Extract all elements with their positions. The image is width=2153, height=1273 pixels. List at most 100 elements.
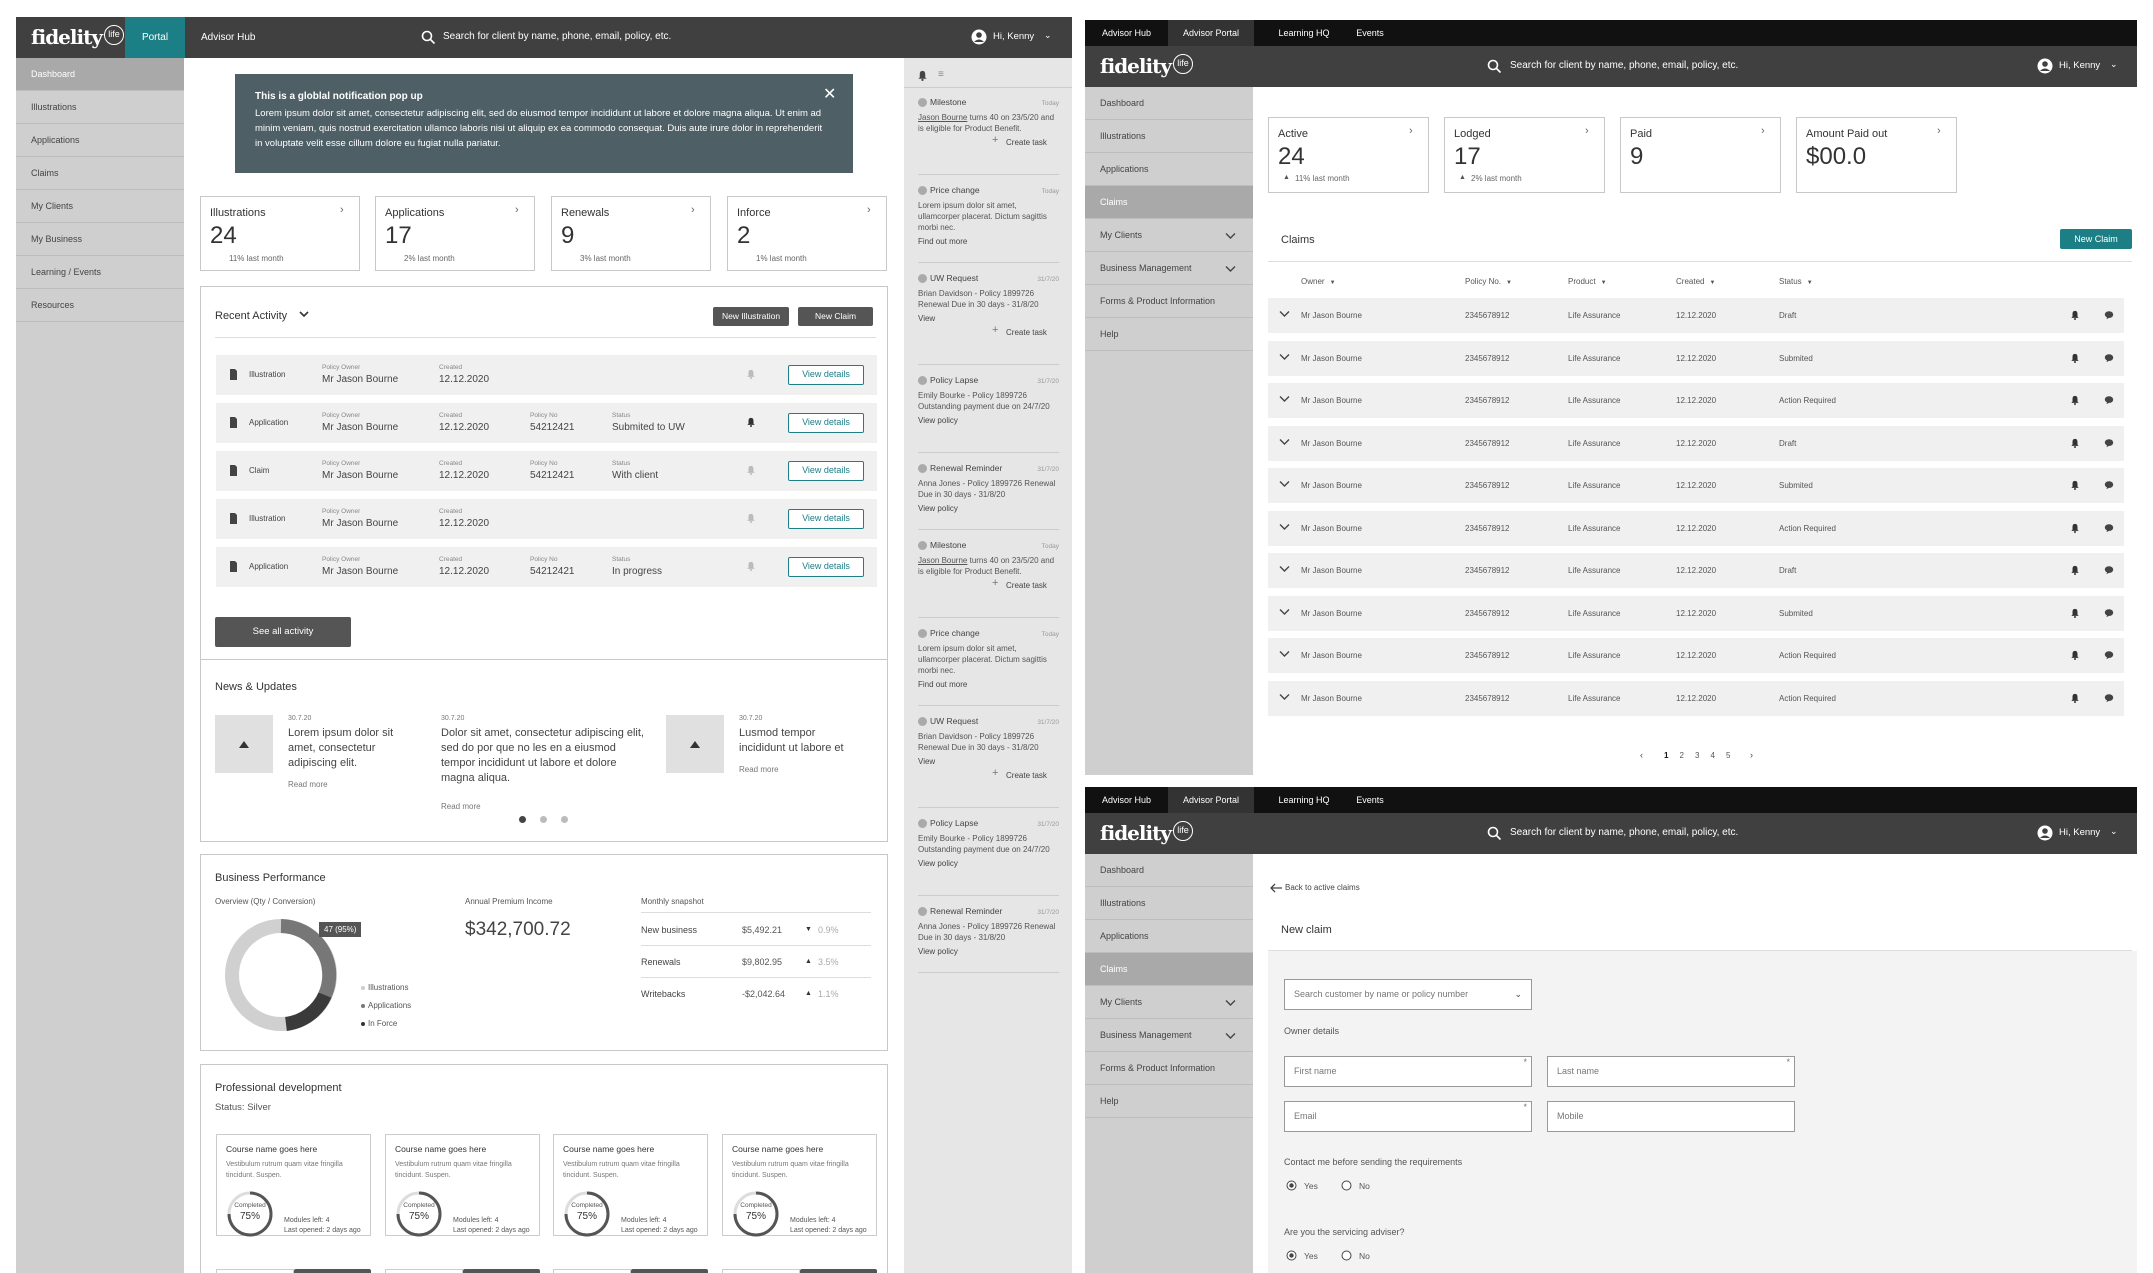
my-progress-button[interactable]: My progress (722, 1269, 800, 1273)
chevron-down-icon[interactable] (1279, 310, 1290, 318)
sidebar-item-claims[interactable]: Claims (1085, 186, 1253, 219)
email-field[interactable]: Email * (1284, 1101, 1532, 1132)
bell-icon[interactable] (746, 417, 756, 427)
plus-icon[interactable]: + (992, 325, 998, 336)
avatar-icon[interactable] (971, 29, 987, 45)
avatar-icon[interactable] (2037, 825, 2053, 841)
sidebar-item-dashboard[interactable]: Dashboard (16, 58, 184, 91)
my-progress-button[interactable]: My progress (553, 1269, 631, 1273)
stat-card-inforce[interactable]: Inforce 2 1% last month › (727, 196, 887, 271)
sidebar-item-claims[interactable]: Claims (1085, 953, 1253, 986)
tab-portal[interactable]: Portal (125, 17, 185, 58)
last-name-field[interactable]: Last name * (1547, 1056, 1795, 1087)
page-3[interactable]: 3 (1695, 751, 1699, 760)
tab-learning-hq[interactable]: Learning HQ (1265, 20, 1343, 46)
claim-row[interactable]: Mr Jason Bourne 2345678912 Life Assurance 1… (1268, 468, 2124, 503)
sidebar-item-help[interactable]: Help (1085, 1085, 1253, 1118)
comment-icon[interactable] (2104, 438, 2114, 448)
user-greeting[interactable]: Hi, Kenny (2059, 60, 2100, 71)
new-claim-button[interactable]: New Claim (798, 307, 873, 326)
plus-icon[interactable]: + (992, 135, 998, 146)
sidebar-item-resources[interactable]: Resources (16, 289, 184, 322)
radio-no[interactable] (1341, 1180, 1352, 1191)
stat-card-applications[interactable]: Applications 17 2% last month › (375, 196, 535, 271)
sidebar-item-illustrations[interactable]: Illustrations (16, 91, 184, 124)
carousel-dot[interactable] (540, 816, 547, 823)
sidebar-item-illustrations[interactable]: Illustrations (1085, 120, 1253, 153)
read-more-link[interactable]: Read more (441, 802, 481, 811)
resume-button[interactable]: Resume (800, 1269, 877, 1273)
claim-row[interactable]: Mr Jason Bourne 2345678912 Life Assurance 1… (1268, 340, 2124, 376)
activity-row[interactable]: Application Policy Owner Mr Jason Bourne Cr… (216, 403, 877, 443)
radio-yes-selected[interactable] (1286, 1250, 1297, 1261)
sidebar-item-forms-product-information[interactable]: Forms & Product Information (1085, 285, 1253, 318)
bell-icon[interactable] (2070, 523, 2080, 533)
stat-card-renewals[interactable]: Renewals 9 3% last month › (551, 196, 711, 271)
claim-row[interactable]: Mr Jason Bourne 2345678912 Life Assurance 1… (1268, 638, 2124, 673)
resume-button[interactable]: Resume (294, 1269, 371, 1273)
search-input[interactable]: Search for client by name, phone, email,… (1510, 60, 1738, 71)
bell-icon[interactable] (2070, 310, 2080, 320)
back-link[interactable]: Back to active claims (1285, 883, 1360, 892)
chevron-down-icon[interactable] (1279, 608, 1290, 616)
recent-activity-title[interactable]: Recent Activity (215, 310, 287, 322)
sidebar-item-help[interactable]: Help (1085, 318, 1253, 351)
search-icon[interactable] (421, 30, 436, 45)
feed-item[interactable]: Renewal Reminder 31/7/20 Anna Jones - Poli… (918, 906, 1059, 957)
tab-events[interactable]: Events (1345, 787, 1395, 813)
fidelity-logo[interactable]: fidelity life (1100, 821, 1193, 845)
claim-row[interactable]: Mr Jason Bourne 2345678912 Life Assurance 1… (1268, 680, 2124, 716)
page-4[interactable]: 4 (1711, 751, 1715, 760)
feed-item[interactable]: UW Request 31/7/20 Brian Davidson - Policy… (918, 273, 1059, 338)
read-more-link[interactable]: Read more (288, 780, 328, 789)
stat-card-amount-paid-out[interactable]: Amount Paid out $00.0 › (1796, 117, 1957, 193)
chevron-down-icon[interactable] (1279, 650, 1290, 658)
page-2[interactable]: 2 (1680, 751, 1684, 760)
claim-row[interactable]: Mr Jason Bourne 2345678912 Life Assurance 1… (1268, 595, 2124, 631)
claim-row[interactable]: Mr Jason Bourne 2345678912 Life Assurance 1… (1268, 553, 2124, 588)
chevron-down-icon[interactable] (1279, 565, 1290, 573)
client-link[interactable]: Jason Bourne (918, 556, 967, 565)
new-claim-button[interactable]: New Claim (2060, 229, 2132, 249)
stat-card-active[interactable]: Active 24 ▲ 11% last month › (1268, 117, 1429, 193)
chevron-right-icon[interactable]: › (1750, 750, 1753, 760)
customer-search-select[interactable]: Search customer by name or policy number… (1284, 979, 1532, 1010)
comment-icon[interactable] (2104, 608, 2114, 618)
tab-advisor-hub[interactable]: Advisor Hub (1085, 787, 1168, 813)
fidelity-logo[interactable]: fidelity life (1100, 54, 1193, 78)
fidelity-logo[interactable]: fidelity life (31, 25, 124, 49)
view-details-button[interactable]: View details (788, 413, 864, 433)
feed-item[interactable]: Policy Lapse 31/7/20 Emily Bourke - Policy… (918, 818, 1059, 869)
chevron-down-icon[interactable]: ⌄ (2110, 59, 2118, 70)
feed-action-link[interactable]: View policy (918, 946, 1059, 957)
comment-icon[interactable] (2104, 565, 2114, 575)
feed-action-link[interactable]: Find out more (918, 236, 1059, 247)
create-task-link[interactable]: Create task (1006, 137, 1047, 148)
client-link[interactable]: Jason Bourne (918, 113, 967, 122)
sidebar-item-applications[interactable]: Applications (1085, 920, 1253, 953)
create-task-link[interactable]: Create task (1006, 327, 1047, 338)
search-icon[interactable] (1487, 59, 1502, 74)
chevron-down-icon[interactable] (1279, 438, 1290, 446)
comment-icon[interactable] (2104, 353, 2114, 363)
claim-row[interactable]: Mr Jason Bourne 2345678912 Life Assurance 1… (1268, 425, 2124, 461)
feed-action-link[interactable]: View (918, 756, 1059, 767)
column-header-policy-no-[interactable]: Policy No. ▼ (1465, 277, 1512, 286)
see-all-activity-button[interactable]: See all activity (215, 617, 351, 647)
column-header-owner[interactable]: Owner ▼ (1301, 277, 1336, 286)
page-1[interactable]: 1 (1664, 751, 1668, 760)
course-card[interactable]: Course name goes here Vestibulum rutrum q… (385, 1134, 540, 1237)
feed-item[interactable]: UW Request 31/7/20 Brian Davidson - Policy… (918, 716, 1059, 781)
claim-row[interactable]: Mr Jason Bourne 2345678912 Life Assurance 1… (1268, 298, 2124, 333)
claim-row[interactable]: Mr Jason Bourne 2345678912 Life Assurance 1… (1268, 383, 2124, 418)
sidebar-item-forms-product-information[interactable]: Forms & Product Information (1085, 1052, 1253, 1085)
bell-icon[interactable] (746, 465, 756, 475)
avatar-icon[interactable] (2037, 58, 2053, 74)
column-header-status[interactable]: Status ▼ (1779, 277, 1813, 286)
feed-item[interactable]: Price change Today Lorem ipsum dolor sit a… (918, 628, 1059, 690)
chevron-down-icon[interactable]: ⌄ (1044, 30, 1052, 41)
radio-no[interactable] (1341, 1250, 1352, 1261)
create-task-link[interactable]: Create task (1006, 770, 1047, 781)
user-greeting[interactable]: Hi, Kenny (2059, 827, 2100, 838)
bell-icon[interactable] (2070, 395, 2080, 405)
